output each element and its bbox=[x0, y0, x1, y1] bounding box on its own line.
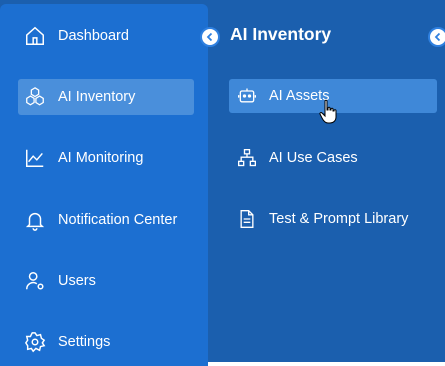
gear-icon bbox=[24, 331, 46, 353]
collapse-submenu-button[interactable] bbox=[428, 27, 445, 47]
submenu-item-label: AI Use Cases bbox=[269, 150, 358, 166]
sidebar-item-label: AI Inventory bbox=[58, 89, 136, 105]
submenu-item-label: Test & Prompt Library bbox=[269, 211, 409, 227]
sidebar-item-users[interactable]: Users bbox=[18, 263, 194, 299]
robot-icon bbox=[237, 86, 257, 106]
chevron-left-icon bbox=[433, 32, 443, 42]
cubes-icon bbox=[24, 86, 46, 108]
sidebar-item-label: Settings bbox=[58, 334, 111, 350]
sidebar-item-settings[interactable]: Settings bbox=[18, 324, 194, 360]
sidebar-item-notification-center[interactable]: Notification Center bbox=[18, 202, 194, 238]
line-chart-icon bbox=[24, 147, 46, 169]
sidebar-item-dashboard[interactable]: Dashboard bbox=[18, 18, 194, 54]
sidebar-item-ai-monitoring[interactable]: AI Monitoring bbox=[18, 140, 194, 176]
sidebar-item-label: Notification Center bbox=[58, 212, 178, 228]
sidebar-item-label: Dashboard bbox=[58, 28, 129, 44]
sidebar: Dashboard AI Inventory AI Monitoring Not… bbox=[0, 4, 208, 366]
chevron-left-icon bbox=[205, 32, 215, 42]
hierarchy-icon bbox=[237, 148, 257, 168]
document-icon bbox=[237, 209, 257, 229]
hand-cursor-icon bbox=[319, 99, 337, 124]
bell-icon bbox=[24, 209, 46, 231]
home-icon bbox=[24, 25, 46, 47]
user-settings-icon bbox=[24, 270, 46, 292]
sidebar-item-ai-inventory[interactable]: AI Inventory bbox=[18, 79, 194, 115]
submenu-item-test-prompt-library[interactable]: Test & Prompt Library bbox=[229, 202, 437, 236]
collapse-sidebar-button[interactable] bbox=[200, 27, 220, 47]
submenu-item-ai-use-cases[interactable]: AI Use Cases bbox=[229, 141, 437, 175]
sidebar-item-label: Users bbox=[58, 273, 96, 289]
sidebar-item-label: AI Monitoring bbox=[58, 150, 144, 166]
submenu-title: AI Inventory bbox=[230, 24, 332, 44]
